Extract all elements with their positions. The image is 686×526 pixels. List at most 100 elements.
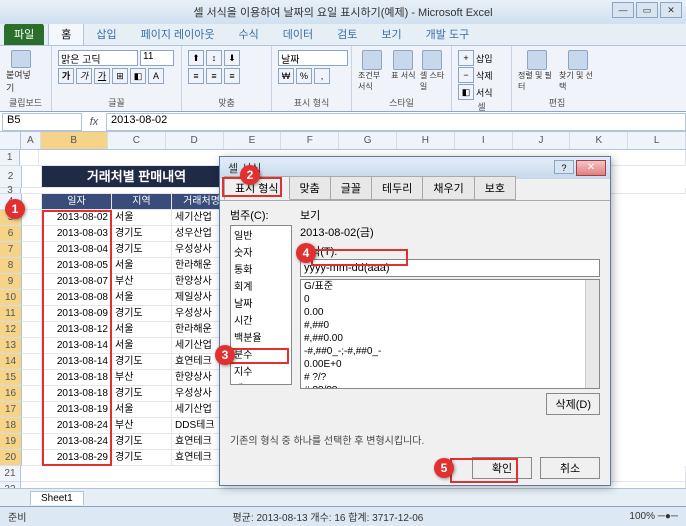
row-header[interactable]: 11	[0, 306, 22, 322]
cat-general[interactable]: 일반	[231, 226, 291, 243]
col-e[interactable]: E	[224, 132, 282, 149]
fmt-item[interactable]: 0.00	[301, 306, 599, 319]
find-select-button[interactable]: 찾기 및 선택	[559, 50, 596, 94]
cell-region[interactable]: 부산	[112, 418, 172, 434]
cat-scientific[interactable]: 지수	[231, 362, 291, 379]
row-header[interactable]: 14	[0, 354, 22, 370]
cell-region[interactable]: 서울	[112, 322, 172, 338]
fmt-item[interactable]: #,##0	[301, 319, 599, 332]
dialog-ok-button[interactable]: 확인	[472, 457, 532, 479]
cell-date[interactable]: 2013-08-19	[42, 402, 112, 418]
fmt-item[interactable]: 0	[301, 293, 599, 306]
percent-button[interactable]: %	[296, 68, 312, 84]
align-bottom-button[interactable]: ⬇	[224, 50, 240, 66]
cat-number[interactable]: 숫자	[231, 243, 291, 260]
fx-icon[interactable]: fx	[82, 116, 106, 128]
font-size-box[interactable]: 11	[140, 50, 174, 66]
row-header[interactable]: 16	[0, 386, 22, 402]
delete-format-button[interactable]: 삭제(D)	[546, 393, 600, 415]
currency-button[interactable]: ₩	[278, 68, 294, 84]
cell-date[interactable]: 2013-08-08	[42, 290, 112, 306]
cell-date[interactable]: 2013-08-14	[42, 354, 112, 370]
format-input[interactable]	[300, 259, 600, 277]
dialog-tab-border[interactable]: 테두리	[371, 176, 423, 200]
row-header[interactable]: 15	[0, 370, 22, 386]
row-1[interactable]: 1	[0, 150, 20, 166]
bold-button[interactable]: 가	[58, 68, 74, 84]
row-header[interactable]: 8	[0, 258, 22, 274]
sheet-tab[interactable]: Sheet1	[30, 491, 84, 505]
cell-region[interactable]: 경기도	[112, 434, 172, 450]
cell-region[interactable]: 경기도	[112, 450, 172, 466]
ribbon-tab-data[interactable]: 데이터	[271, 23, 325, 45]
fmt-item[interactable]: #,##0.00	[301, 332, 599, 345]
cell-region[interactable]: 부산	[112, 274, 172, 290]
category-list[interactable]: 일반 숫자 통화 회계 날짜 시간 백분율 분수 지수 텍스트 기타 사용자 지…	[230, 225, 292, 385]
cell-date[interactable]: 2013-08-05	[42, 258, 112, 274]
ribbon-tab-pagelayout[interactable]: 페이지 레이아웃	[129, 23, 227, 45]
cell-region[interactable]: 경기도	[112, 306, 172, 322]
col-k[interactable]: K	[570, 132, 628, 149]
cell-date[interactable]: 2013-08-04	[42, 242, 112, 258]
cell-style-button[interactable]: 셀 스타일	[420, 50, 445, 94]
cell-date[interactable]: 2013-08-12	[42, 322, 112, 338]
col-l[interactable]: L	[628, 132, 686, 149]
row-header[interactable]: 20	[0, 450, 22, 466]
ribbon-tab-review[interactable]: 검토	[325, 23, 369, 45]
cell-date[interactable]: 2013-08-24	[42, 418, 112, 434]
cat-fraction[interactable]: 분수	[231, 345, 291, 362]
cell-region[interactable]: 서울	[112, 258, 172, 274]
ribbon-tab-developer[interactable]: 개발 도구	[414, 23, 482, 45]
fmt-item[interactable]: 0.00E+0	[301, 358, 599, 371]
row-21[interactable]: 21	[0, 466, 21, 482]
col-a[interactable]: A	[21, 132, 40, 149]
cell-date[interactable]: 2013-08-18	[42, 386, 112, 402]
name-box[interactable]: B5	[2, 113, 82, 131]
ribbon-tab-home[interactable]: 홈	[48, 22, 84, 45]
fmt-item[interactable]: -#,##0_-;-#,##0_-	[301, 345, 599, 358]
cond-format-button[interactable]: 조건부 서식	[358, 50, 387, 94]
ribbon-tab-formulas[interactable]: 수식	[227, 23, 271, 45]
sort-filter-button[interactable]: 정렬 및 필터	[518, 50, 555, 94]
file-tab[interactable]: 파일	[4, 23, 44, 45]
cell-region[interactable]: 경기도	[112, 354, 172, 370]
cat-date[interactable]: 날짜	[231, 294, 291, 311]
cat-time[interactable]: 시간	[231, 311, 291, 328]
align-left-button[interactable]: ≡	[188, 68, 204, 84]
cell-region[interactable]: 부산	[112, 370, 172, 386]
formula-input[interactable]: 2013-08-02	[106, 113, 686, 131]
delete-cells-button[interactable]: −	[458, 67, 474, 83]
dialog-close-button[interactable]: ✕	[576, 160, 606, 176]
insert-cells-button[interactable]: +	[458, 50, 474, 66]
col-i[interactable]: I	[455, 132, 513, 149]
cat-currency[interactable]: 통화	[231, 260, 291, 277]
dialog-tab-fill[interactable]: 채우기	[422, 176, 474, 200]
align-top-button[interactable]: ⬆	[188, 50, 204, 66]
cat-accounting[interactable]: 회계	[231, 277, 291, 294]
format-list[interactable]: G/표준 0 0.00 #,##0 #,##0.00 -#,##0_-;-#,#…	[300, 279, 600, 389]
col-f[interactable]: F	[281, 132, 339, 149]
dialog-tab-align[interactable]: 맞춤	[289, 176, 331, 200]
row-header[interactable]: 7	[0, 242, 22, 258]
font-color-button[interactable]: A	[148, 68, 164, 84]
align-middle-button[interactable]: ↕	[206, 50, 222, 66]
cell-region[interactable]: 서울	[112, 338, 172, 354]
row-22[interactable]: 22	[0, 482, 21, 488]
table-format-button[interactable]: 표 서식	[391, 50, 416, 94]
col-h[interactable]: H	[397, 132, 455, 149]
select-all-corner[interactable]	[0, 132, 21, 149]
col-c[interactable]: C	[108, 132, 166, 149]
align-right-button[interactable]: ≡	[224, 68, 240, 84]
col-b[interactable]: B	[41, 132, 108, 149]
cell-region[interactable]: 경기도	[112, 226, 172, 242]
align-center-button[interactable]: ≡	[206, 68, 222, 84]
ribbon-tab-insert[interactable]: 삽입	[84, 23, 128, 45]
row-header[interactable]: 6	[0, 226, 22, 242]
fill-color-button[interactable]: ◧	[130, 68, 146, 84]
number-format-box[interactable]: 날짜	[278, 50, 348, 66]
row-header[interactable]: 10	[0, 290, 22, 306]
row-header[interactable]: 19	[0, 434, 22, 450]
font-name-box[interactable]: 맑은 고딕	[58, 50, 138, 66]
format-list-scrollbar[interactable]	[585, 280, 599, 388]
fmt-item[interactable]: G/표준	[301, 280, 599, 293]
